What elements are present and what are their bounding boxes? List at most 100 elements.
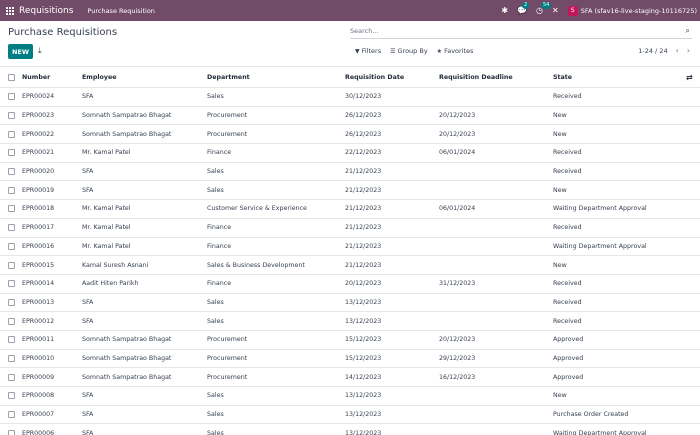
cell-requisition-date: 30/12/2023 bbox=[345, 93, 382, 101]
row-checkbox[interactable] bbox=[8, 406, 16, 424]
cell-employee: Mr. Kamal Patel bbox=[82, 224, 131, 232]
table-row[interactable]: EPR00020 SFA Sales 21/12/2023 Received bbox=[0, 163, 700, 182]
cell-requisition-date: 15/12/2023 bbox=[345, 336, 382, 344]
table-row[interactable]: EPR00010 Somnath Sampatrao Bhagat Procurem… bbox=[0, 350, 700, 369]
cell-department: Sales bbox=[207, 429, 224, 435]
row-checkbox[interactable] bbox=[8, 107, 16, 125]
table-row[interactable]: EPR00012 SFA Sales 13/12/2023 Received bbox=[0, 312, 700, 331]
column-header-department[interactable]: Department bbox=[207, 67, 250, 87]
row-checkbox[interactable] bbox=[8, 163, 16, 181]
cell-requisition-date: 21/12/2023 bbox=[345, 261, 382, 269]
activity-clock-icon[interactable]: ◷ 54 bbox=[536, 1, 552, 15]
menu-purchase-requisition[interactable]: Purchase Requisition bbox=[87, 7, 155, 15]
cell-requisition-deadline: 06/01/2024 bbox=[439, 205, 476, 213]
table-row[interactable]: EPR00008 SFA Sales 13/12/2023 New bbox=[0, 387, 700, 406]
row-checkbox[interactable] bbox=[8, 275, 16, 293]
table-row[interactable]: EPR00015 Kamal Suresh Asnani Sales & Busin… bbox=[0, 256, 700, 275]
cell-employee: Aadit Hiten Parikh bbox=[82, 280, 139, 288]
cell-employee: Somnath Sampatrao Bhagat bbox=[82, 112, 172, 120]
cell-department: Finance bbox=[207, 149, 232, 157]
cell-number: EPR00010 bbox=[22, 354, 55, 362]
avatar[interactable]: S bbox=[567, 5, 578, 16]
filters-button[interactable]: ▼ Filters bbox=[355, 47, 381, 55]
table-row[interactable]: EPR00009 Somnath Sampatrao Bhagat Procurem… bbox=[0, 368, 700, 387]
cell-number: EPR00011 bbox=[22, 336, 55, 344]
table-row[interactable]: EPR00016 Mr. Kamal Patel Finance 21/12/2023… bbox=[0, 238, 700, 257]
cell-employee: SFA bbox=[82, 168, 94, 176]
row-checkbox[interactable] bbox=[8, 294, 16, 312]
table-row[interactable]: EPR00023 Somnath Sampatrao Bhagat Procurem… bbox=[0, 107, 700, 126]
search-input[interactable] bbox=[350, 24, 670, 38]
cell-department: Finance bbox=[207, 280, 232, 288]
row-checkbox[interactable] bbox=[8, 144, 16, 162]
cell-state: Purchase Order Created bbox=[553, 411, 629, 419]
cell-department: Sales bbox=[207, 411, 224, 419]
row-checkbox[interactable] bbox=[8, 219, 16, 237]
cell-department: Sales bbox=[207, 168, 224, 176]
table-row[interactable]: EPR00022 Somnath Sampatrao Bhagat Procurem… bbox=[0, 125, 700, 145]
cell-employee: Kamal Suresh Asnani bbox=[82, 261, 149, 269]
app-title[interactable]: Requisitions bbox=[19, 6, 73, 16]
column-header-requisition-deadline[interactable]: Requisition Deadline bbox=[439, 67, 513, 87]
tools-icon[interactable]: ✕ bbox=[552, 6, 559, 15]
chevron-right-icon[interactable]: › bbox=[687, 46, 690, 55]
pager-value[interactable]: 1-24 / 24 bbox=[638, 47, 667, 55]
optional-columns-icon[interactable]: ⇄ bbox=[686, 67, 693, 87]
search-icon[interactable]: ⌕ bbox=[686, 26, 690, 36]
table-row[interactable]: EPR00011 Somnath Sampatrao Bhagat Procurem… bbox=[0, 331, 700, 350]
cell-department: Customer Service & Experience bbox=[207, 205, 307, 213]
table-row[interactable]: EPR00024 SFA Sales 30/12/2023 Received bbox=[0, 88, 700, 107]
row-checkbox[interactable] bbox=[8, 125, 16, 143]
apps-grid-icon[interactable] bbox=[6, 6, 14, 15]
select-all-checkbox[interactable] bbox=[8, 67, 16, 87]
filters-label: Filters bbox=[361, 47, 382, 55]
new-button[interactable]: NEW bbox=[8, 44, 33, 59]
table-row[interactable]: EPR00014 Aadit Hiten Parikh Finance 20/12/2… bbox=[0, 275, 700, 294]
row-checkbox[interactable] bbox=[8, 256, 16, 274]
row-checkbox[interactable] bbox=[8, 368, 16, 386]
bug-icon[interactable]: ✱ bbox=[501, 6, 508, 15]
table-row[interactable]: EPR00017 Mr. Kamal Patel Finance 21/12/2023… bbox=[0, 219, 700, 238]
cell-requisition-deadline: 16/12/2023 bbox=[439, 373, 476, 381]
row-checkbox[interactable] bbox=[8, 88, 16, 106]
table-row[interactable]: EPR00007 SFA Sales 13/12/2023 Purchase Order… bbox=[0, 406, 700, 425]
favorites-button[interactable]: ★ Favorites bbox=[437, 47, 474, 55]
table-row[interactable]: EPR00013 SFA Sales 13/12/2023 Received bbox=[0, 294, 700, 313]
row-checkbox[interactable] bbox=[8, 238, 16, 256]
cell-employee: SFA bbox=[82, 317, 94, 325]
cell-department: Procurement bbox=[207, 130, 248, 138]
group-by-button[interactable]: ☰ Group By bbox=[390, 47, 428, 55]
row-checkbox[interactable] bbox=[8, 387, 16, 405]
table-header: Number Employee Department Requisition D… bbox=[0, 66, 700, 88]
column-header-number[interactable]: Number bbox=[22, 67, 50, 87]
star-icon: ★ bbox=[436, 47, 443, 55]
cell-state: Waiting Department Approval bbox=[553, 205, 647, 213]
row-checkbox[interactable] bbox=[8, 350, 16, 368]
column-header-state[interactable]: State bbox=[553, 67, 572, 87]
cell-employee: Somnath Sampatrao Bhagat bbox=[82, 354, 172, 362]
cell-state: Waiting Department Approval bbox=[553, 242, 647, 250]
row-checkbox[interactable] bbox=[8, 200, 16, 218]
cell-department: Procurement bbox=[207, 354, 248, 362]
cell-department: Sales & Business Development bbox=[207, 261, 305, 269]
table-row[interactable]: EPR00018 Mr. Kamal Patel Customer Service … bbox=[0, 200, 700, 219]
cell-requisition-date: 13/12/2023 bbox=[345, 317, 382, 325]
table-row[interactable]: EPR00021 Mr. Kamal Patel Finance 22/12/2023… bbox=[0, 144, 700, 163]
search-bar: ⌕ bbox=[350, 24, 692, 39]
row-checkbox[interactable] bbox=[8, 312, 16, 330]
table-row[interactable]: EPR00019 SFA Sales 21/12/2023 New bbox=[0, 181, 700, 201]
row-checkbox[interactable] bbox=[8, 181, 16, 199]
table-row[interactable]: EPR00006 SFA Sales 13/12/2023 Waiting Depart… bbox=[0, 424, 700, 435]
row-checkbox[interactable] bbox=[8, 424, 16, 435]
chevron-left-icon[interactable]: ‹ bbox=[676, 46, 679, 55]
row-checkbox[interactable] bbox=[8, 331, 16, 349]
column-header-employee[interactable]: Employee bbox=[82, 67, 117, 87]
chat-icon[interactable]: 💬 2 bbox=[517, 1, 530, 15]
download-icon[interactable]: ⤓ bbox=[38, 46, 42, 56]
cell-state: Approved bbox=[553, 336, 584, 344]
cell-requisition-deadline: 31/12/2023 bbox=[439, 280, 476, 288]
user-company-label[interactable]: SFA (sfav16-live-staging-10116725) bbox=[581, 7, 697, 15]
cell-employee: SFA bbox=[82, 392, 94, 400]
cell-department: Finance bbox=[207, 224, 232, 232]
column-header-requisition-date[interactable]: Requisition Date bbox=[345, 67, 404, 87]
